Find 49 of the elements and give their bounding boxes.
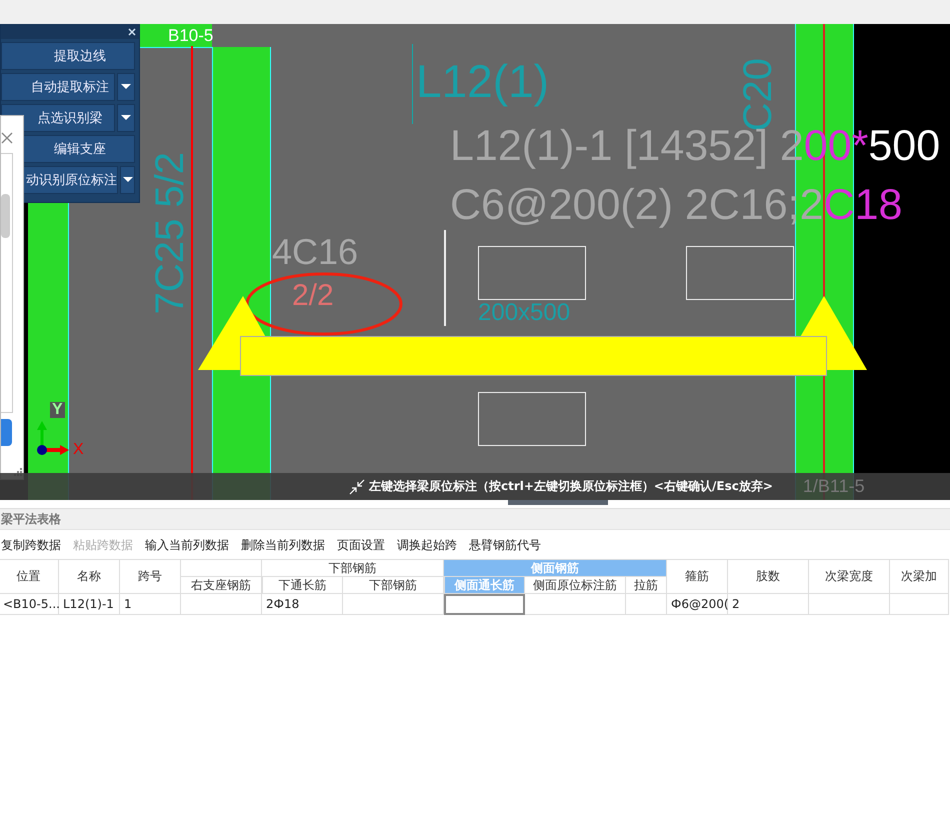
caret-icon: [121, 84, 131, 90]
y-axis-label: Y: [50, 402, 65, 418]
dropdown-button[interactable]: [117, 104, 135, 132]
toolbar-button[interactable]: 删除当前列数据: [241, 536, 325, 554]
table-cell[interactable]: 1: [120, 594, 181, 615]
vertical-rebar-note: 7C25 5/2: [150, 152, 190, 314]
span-note: 2/2: [292, 281, 334, 311]
column-header[interactable]: 次梁加: [890, 560, 949, 594]
toolbar-button[interactable]: 调换起始跨: [397, 536, 457, 554]
support-rebar-note: 4C16: [272, 234, 358, 270]
section-size-note: 200x500: [478, 301, 570, 325]
toolbar-button[interactable]: 输入当前列数据: [145, 536, 229, 554]
column-header[interactable]: 箍筋: [667, 560, 728, 594]
table-cell[interactable]: L12(1)-1: [59, 594, 120, 615]
column-header[interactable]: 下通长筋: [262, 577, 343, 594]
tool-button[interactable]: 提取边线: [1, 42, 135, 70]
grid-label: 1/B11-5: [802, 476, 865, 497]
caret-icon: [121, 115, 131, 121]
column-header[interactable]: 跨号: [120, 560, 181, 594]
toolbar-button[interactable]: 悬臂钢筋代号: [469, 536, 541, 554]
tool-button[interactable]: 自动提取标注: [1, 73, 115, 101]
collapse-arrows-icon: [349, 478, 365, 494]
column-header[interactable]: 肢数: [728, 560, 809, 594]
grid-label: B10-5: [168, 27, 214, 44]
group-header[interactable]: 下部钢筋: [262, 560, 444, 577]
column-header[interactable]: 右支座钢筋: [181, 577, 262, 594]
table-cell[interactable]: Ф6@200(: [667, 594, 728, 615]
dropdown-button[interactable]: [120, 166, 135, 194]
toolbar-button[interactable]: 页面设置: [337, 536, 385, 554]
column-header[interactable]: 名称: [59, 560, 120, 594]
toolbar-button[interactable]: 复制跨数据: [1, 536, 61, 554]
column-header[interactable]: 位置: [0, 560, 59, 594]
column-header[interactable]: 侧面原位标注筋: [525, 577, 626, 594]
column-header[interactable]: 次梁宽度: [809, 560, 890, 594]
panel-title: 梁平法表格: [0, 509, 950, 530]
dialog-button[interactable]: [1, 419, 12, 446]
dropdown-button[interactable]: [117, 73, 135, 101]
x-axis-label: X: [73, 442, 84, 458]
table-cell[interactable]: 2Ф18: [262, 594, 343, 615]
caret-icon: [122, 177, 132, 183]
table-cell[interactable]: <B10-5...: [0, 594, 59, 615]
scrollbar-thumb[interactable]: [1, 194, 10, 238]
column-header[interactable]: 下部钢筋: [343, 577, 444, 594]
beam-name-label: L12(1): [416, 58, 549, 104]
column-header[interactable]: 拉筋: [626, 577, 667, 594]
table-cell[interactable]: [444, 594, 525, 615]
status-hint: 左键选择梁原位标注（按ctrl+左键切换原位标注框）<右键确认/Esc放弃>: [369, 478, 773, 495]
table-cell[interactable]: 2: [728, 594, 809, 615]
panel-resize-handle[interactable]: [508, 500, 608, 505]
